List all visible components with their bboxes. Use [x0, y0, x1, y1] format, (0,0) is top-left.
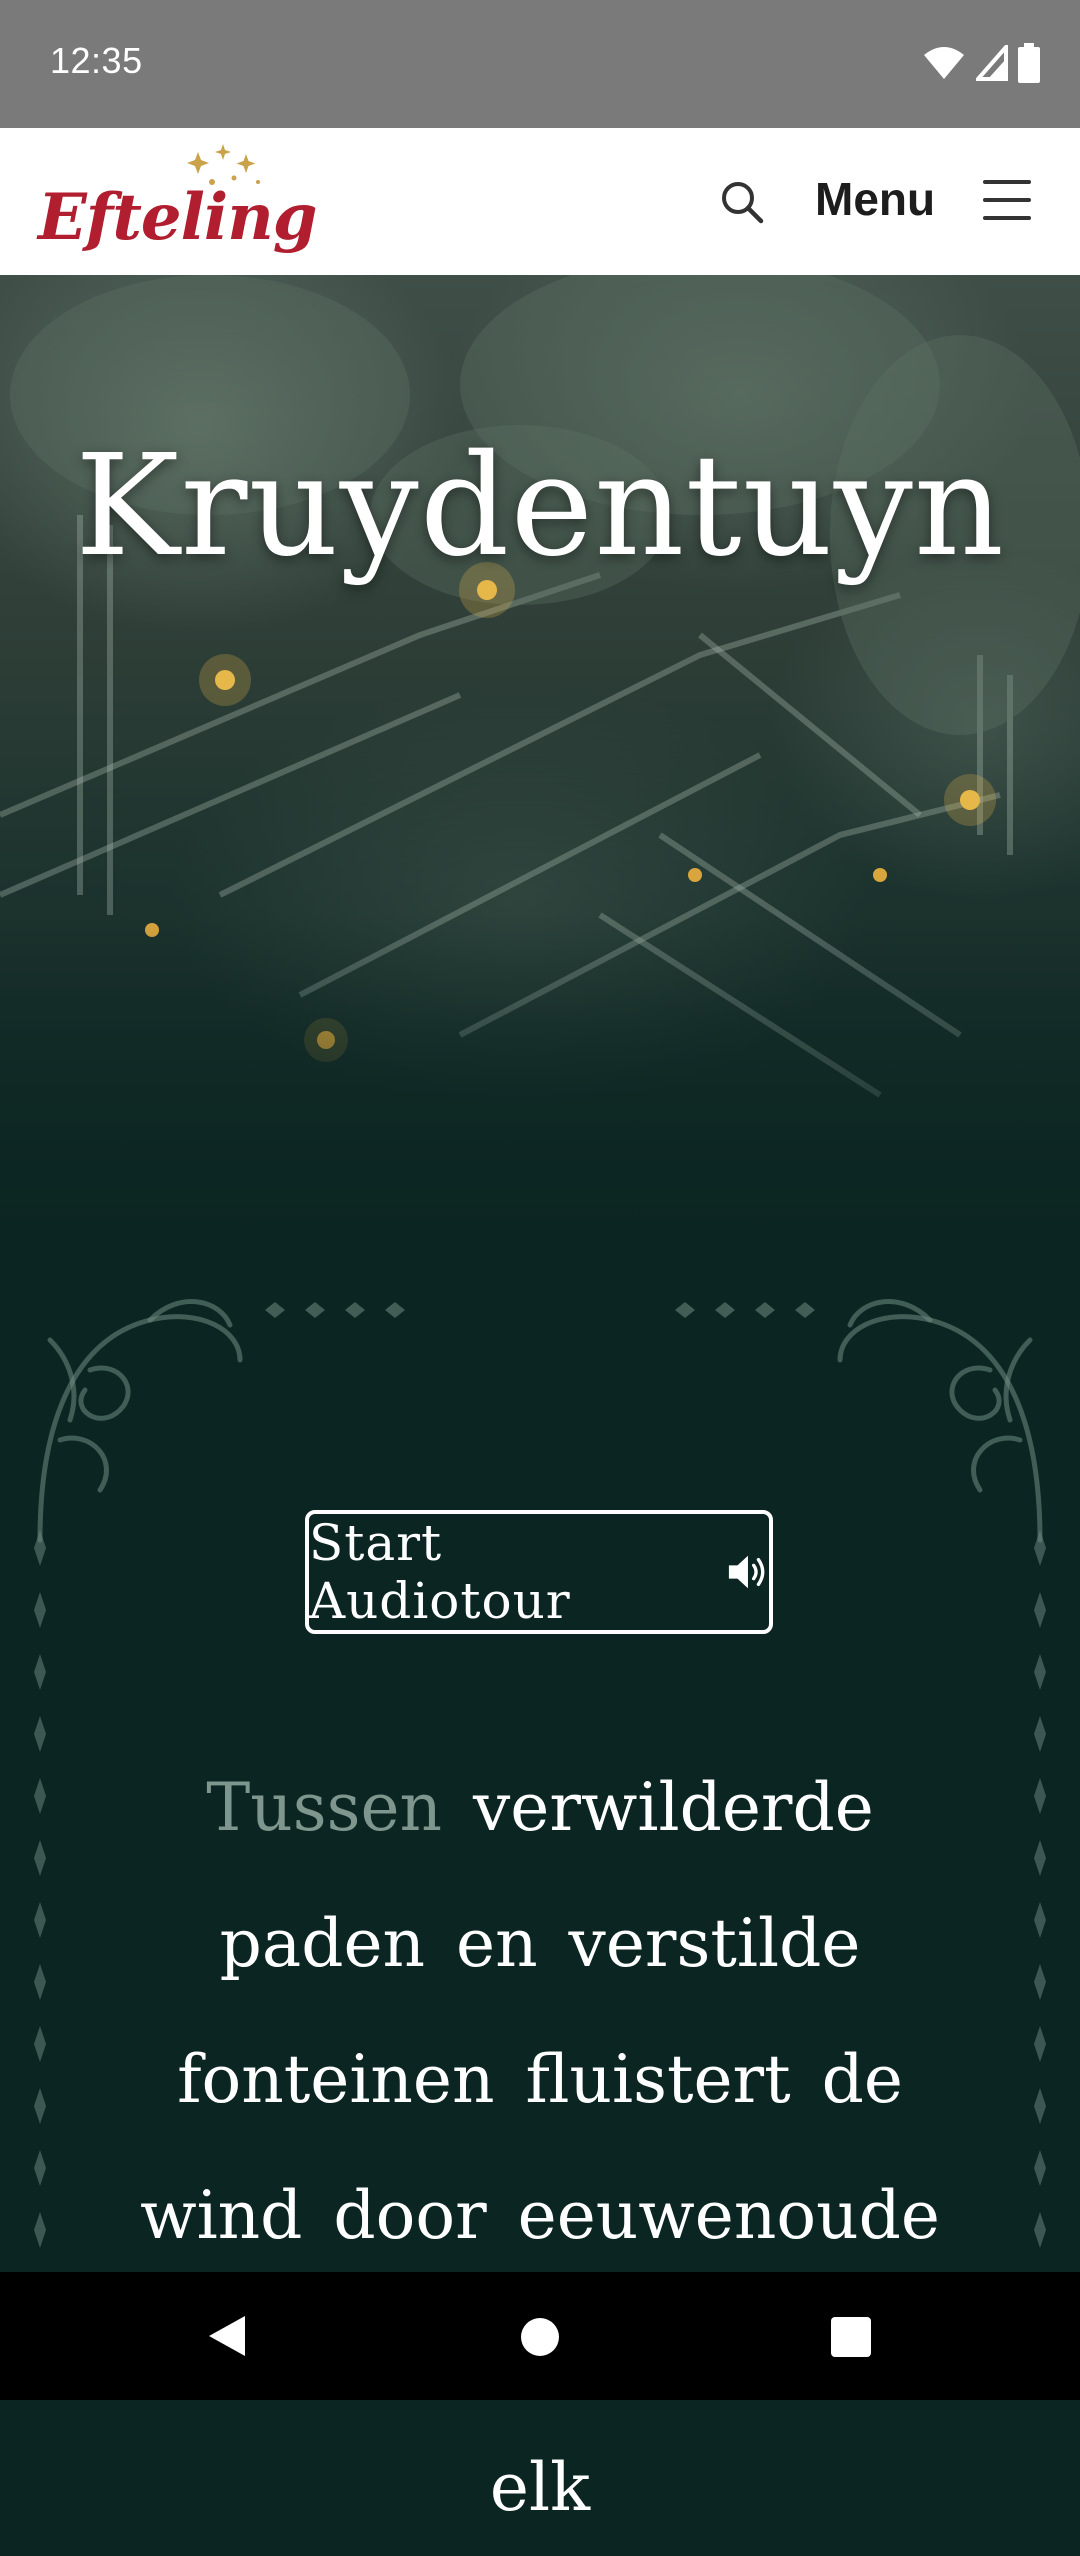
intro-paragraph: Tussen verwilderde paden en verstilde fo… [130, 1740, 950, 2556]
site-header: Efteling Menu [0, 128, 1080, 275]
start-audiotour-button[interactable]: Start Audiotour [305, 1510, 773, 1634]
speaker-icon [728, 1555, 765, 1589]
intro-first-word: Tussen [206, 1769, 443, 1846]
decorative-border-left [34, 1530, 46, 2248]
audiotour-button-label: Start Audiotour [309, 1514, 571, 1630]
logo-text: Efteling [38, 180, 317, 255]
status-icons [922, 40, 1040, 86]
hero-fade [0, 915, 1080, 1275]
status-bar: 12:35 [0, 0, 1080, 128]
menu-button[interactable] [975, 176, 1045, 228]
battery-icon [1018, 43, 1040, 83]
navigation-bar [0, 2272, 1080, 2400]
status-time: 12:35 [50, 40, 143, 81]
menu-label[interactable]: Menu [815, 172, 935, 226]
search-icon [722, 182, 764, 224]
search-button[interactable] [712, 172, 772, 232]
recents-icon[interactable] [831, 2317, 871, 2357]
intro-text: verwilderde paden en verstilde fonteinen… [140, 1769, 940, 2526]
wifi-icon [924, 47, 964, 79]
hamburger-line [983, 198, 1031, 202]
home-icon[interactable] [521, 2318, 559, 2356]
hamburger-icon [983, 180, 1031, 184]
hamburger-line [983, 216, 1031, 220]
efteling-logo[interactable]: Efteling [38, 142, 317, 262]
back-icon[interactable] [205, 2314, 247, 2358]
cellular-signal-icon [976, 45, 1008, 81]
decorative-border-right [1034, 1530, 1046, 2248]
page-title: Kruydentuyn [74, 425, 1006, 588]
